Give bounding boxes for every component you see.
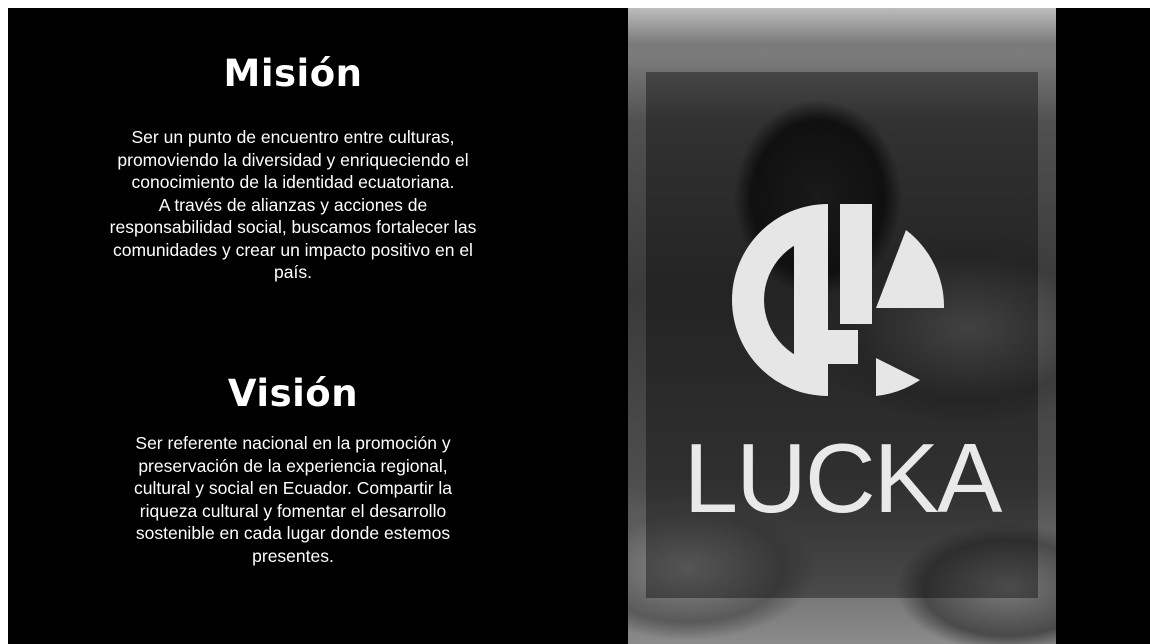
vision-line: cultural y social en Ecuador. Compartir … xyxy=(133,478,453,498)
lucka-logo-icon xyxy=(732,204,945,396)
mission-line: A través de alianzas y acciones de xyxy=(158,194,428,215)
mission-title: Misión xyxy=(223,52,363,95)
vision-title: Visión xyxy=(227,372,359,415)
vision-line: presentes. xyxy=(252,545,334,566)
vision-text: Ser referente nacional en la promoción y… xyxy=(80,432,506,567)
mission-line: responsabilidad social, buscamos fortale… xyxy=(109,217,477,237)
mission-line: conocimiento de la identidad ecuatoriana… xyxy=(131,172,455,192)
clay-pot-and-corn-photo: LUCKA xyxy=(628,8,1056,644)
text-column: Misión Ser un punto de encuentro entre c… xyxy=(8,8,578,644)
mission-text: Ser un punto de encuentro entre culturas… xyxy=(80,126,506,284)
vision-line: sostenible en cada lugar donde estemos xyxy=(135,523,451,543)
slide: Misión Ser un punto de encuentro entre c… xyxy=(8,8,1150,644)
mission-line: comunidades y crear un impacto positivo … xyxy=(113,239,473,260)
vision-line: riqueza cultural y fomentar el desarroll… xyxy=(139,500,447,521)
vision-line: preservación de la experiencia regional, xyxy=(138,455,448,476)
mission-line: Ser un punto de encuentro entre culturas… xyxy=(131,127,455,147)
mission-line: país. xyxy=(274,262,312,282)
right-margin xyxy=(1056,8,1150,644)
mission-line: promoviendo la diversidad y enriqueciend… xyxy=(117,149,469,170)
brand-name: LUCKA xyxy=(683,423,1003,533)
vision-line: Ser referente nacional en la promoción y xyxy=(135,433,451,453)
